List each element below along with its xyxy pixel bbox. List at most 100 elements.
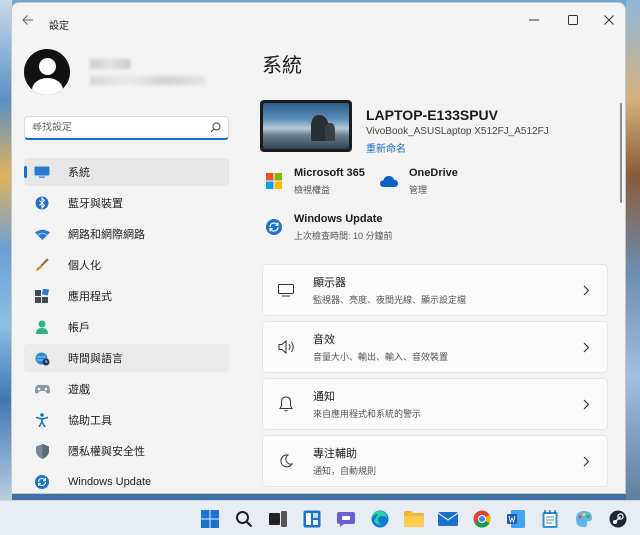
edge-icon (371, 510, 389, 528)
palette-icon (576, 511, 592, 527)
paint-button[interactable] (573, 508, 595, 530)
chevron-right-icon (579, 342, 593, 353)
bluetooth-icon (34, 195, 50, 211)
chevron-right-icon (579, 456, 593, 467)
speaker-icon (275, 336, 297, 358)
microsoft-logo-icon (264, 171, 284, 191)
sidebar-item-label: 時間與語言 (68, 353, 123, 365)
start-button[interactable] (199, 508, 221, 530)
sidebar-nav: 系統 藍牙與裝置 網路和網際網路 個人化 應用程式 帳戶 時間與語言 遊戲 協助… (24, 158, 229, 493)
user-profile[interactable] (24, 49, 234, 99)
card-description: 通知，自動規則 (313, 466, 377, 476)
chrome-browser-button[interactable] (471, 508, 493, 530)
card-description: 監視器、亮度、夜間光線、顯示設定檔 (313, 295, 467, 305)
content-scrollbar[interactable] (620, 103, 622, 203)
page-title: 系統 (262, 55, 302, 77)
sidebar-item-label: 藍牙與裝置 (68, 198, 123, 210)
sidebar-item-label: 帳戶 (68, 322, 90, 334)
brush-icon (34, 257, 50, 273)
wifi-icon (34, 226, 50, 242)
sidebar-item-label: 隱私權與安全性 (68, 446, 145, 458)
chat-icon (337, 512, 355, 527)
sidebar-item-label: 協助工具 (68, 415, 112, 427)
taskbar (0, 500, 640, 535)
chrome-icon (473, 510, 491, 528)
sidebar-item-personalization[interactable]: 個人化 (24, 251, 229, 279)
taskbar-search-button[interactable] (233, 508, 255, 530)
sidebar-item-windows-update[interactable]: Windows Update (24, 468, 229, 493)
shield-icon (34, 443, 50, 459)
teams-chat-button[interactable] (335, 508, 357, 530)
arrow-left-icon (22, 15, 33, 25)
window-title: 設定 (49, 21, 69, 32)
minimize-icon (529, 19, 539, 21)
sidebar-item-accounts[interactable]: 帳戶 (24, 313, 229, 341)
notepad-icon (542, 510, 558, 528)
quick-action-windows-update[interactable]: Windows Update 上次檢查時間: 10 分鐘前 (264, 213, 393, 242)
word-button[interactable] (505, 508, 527, 530)
minimize-button[interactable] (519, 9, 549, 31)
settings-card-focus-assist[interactable]: 專注輔助 通知，自動規則 (262, 435, 608, 487)
mail-button[interactable] (437, 508, 459, 530)
sidebar-item-network[interactable]: 網路和網際網路 (24, 220, 229, 248)
word-icon (507, 510, 525, 528)
quick-action-subtitle: 檢視權益 (294, 185, 331, 195)
file-explorer-button[interactable] (403, 508, 425, 530)
sidebar-item-label: 遊戲 (68, 384, 90, 396)
person-icon (34, 319, 50, 335)
card-description: 來自應用程式和系統的警示 (313, 409, 422, 419)
sidebar-item-label: 個人化 (68, 260, 101, 272)
device-model: VivoBook_ASUSLaptop X512FJ_A512FJ (366, 126, 549, 137)
edge-browser-button[interactable] (369, 508, 391, 530)
sidebar-item-privacy[interactable]: 隱私權與安全性 (24, 437, 229, 465)
card-description: 音量大小、輸出、輸入、音效裝置 (313, 352, 449, 362)
title-bar[interactable]: 設定 (12, 3, 625, 37)
update-icon (264, 217, 284, 237)
notepad-button[interactable] (539, 508, 561, 530)
globe-clock-icon (34, 350, 50, 366)
settings-card-notifications[interactable]: 通知 來自應用程式和系統的警示 (262, 378, 608, 430)
maximize-icon (568, 15, 578, 25)
widgets-button[interactable] (301, 508, 323, 530)
quick-action-title: Windows Update (294, 213, 383, 225)
sidebar-item-time-language[interactable]: 時間與語言 (24, 344, 229, 372)
avatar[interactable] (24, 49, 70, 95)
chevron-right-icon (579, 285, 593, 296)
steam-icon (609, 510, 627, 528)
device-name: LAPTOP-E133SPUV (366, 107, 499, 123)
sidebar-item-apps[interactable]: 應用程式 (24, 282, 229, 310)
sidebar-item-system[interactable]: 系統 (24, 158, 229, 186)
cloud-icon (379, 171, 399, 191)
quick-action-onedrive[interactable]: OneDrive 管理 (379, 167, 458, 196)
display-icon (275, 279, 297, 301)
card-title: 專注輔助 (313, 448, 357, 460)
gamepad-icon (34, 381, 50, 397)
sidebar-item-bluetooth[interactable]: 藍牙與裝置 (24, 189, 229, 217)
desktop-background-right (626, 0, 640, 500)
sidebar-item-accessibility[interactable]: 協助工具 (24, 406, 229, 434)
moon-icon (275, 450, 297, 472)
quick-action-microsoft-365[interactable]: Microsoft 365 檢視權益 (264, 167, 365, 196)
mail-icon (438, 512, 458, 526)
steam-button[interactable] (607, 508, 629, 530)
card-title: 音效 (313, 334, 335, 346)
search-input[interactable] (32, 122, 192, 133)
sidebar-item-label: 網路和網際網路 (68, 229, 145, 241)
settings-card-display[interactable]: 顯示器 監視器、亮度、夜間光線、顯示設定檔 (262, 264, 608, 316)
back-button[interactable] (20, 12, 36, 28)
search-icon (210, 122, 221, 133)
maximize-button[interactable] (558, 9, 588, 31)
chevron-right-icon (579, 399, 593, 410)
settings-card-sound[interactable]: 音效 音量大小、輸出、輸入、音效裝置 (262, 321, 608, 373)
quick-action-title: OneDrive (409, 167, 458, 179)
redacted-user-email (90, 76, 205, 85)
rename-link[interactable]: 重新命名 (366, 140, 406, 155)
search-box[interactable] (24, 116, 229, 140)
close-button[interactable] (594, 9, 624, 31)
card-title: 通知 (313, 391, 335, 403)
task-view-button[interactable] (267, 508, 289, 530)
sidebar-item-gaming[interactable]: 遊戲 (24, 375, 229, 403)
sidebar-item-label: 應用程式 (68, 291, 112, 303)
quick-action-subtitle: 管理 (409, 185, 428, 195)
widgets-icon (303, 510, 321, 528)
